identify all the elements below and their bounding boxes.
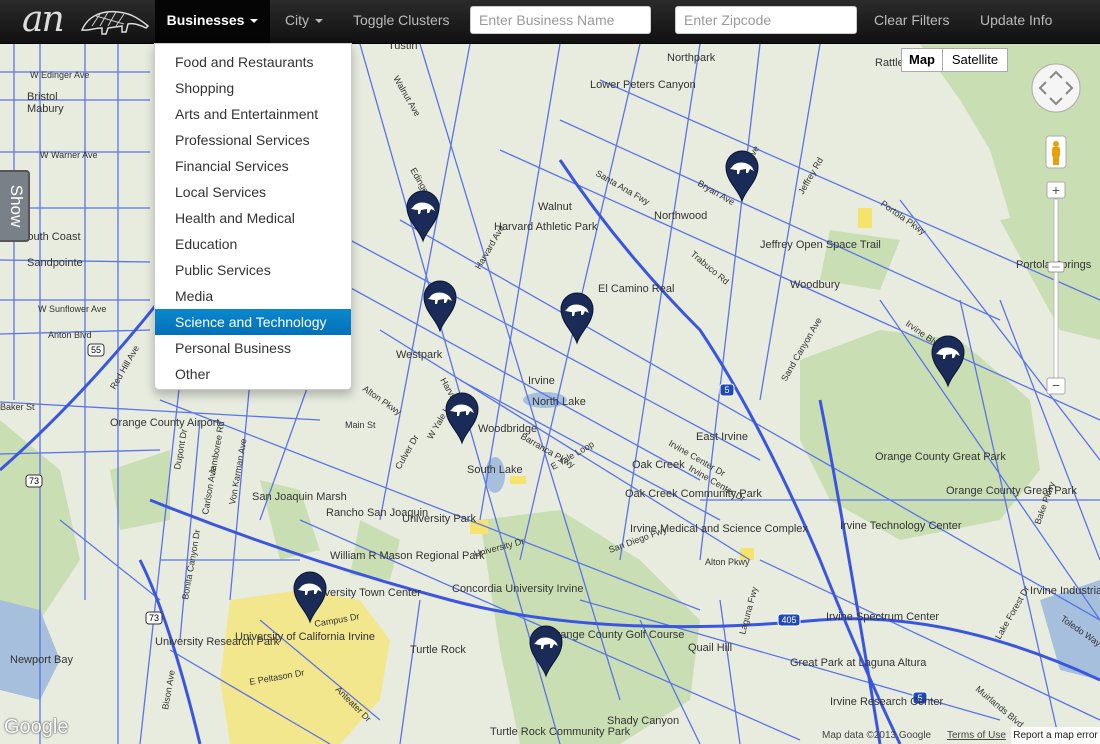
map-label: Anton Blvd	[48, 330, 92, 340]
dropdown-item-health-and-medical[interactable]: Health and Medical	[155, 205, 351, 231]
map-label: El Camino Real	[598, 283, 674, 295]
map-type-satellite-button[interactable]: Satellite	[942, 48, 1008, 72]
map-attribution: Map data ©2013 Google	[822, 730, 932, 741]
dropdown-item-shopping[interactable]: Shopping	[155, 75, 351, 101]
anteater-logo-icon	[80, 10, 150, 35]
map-label: East Irvine	[696, 431, 748, 443]
clear-filters-button[interactable]: Clear Filters	[874, 0, 949, 43]
show-sidebar-tab[interactable]: Show	[0, 170, 30, 242]
map-label: Lower Peters Canyon	[590, 79, 696, 91]
map-label: University Park	[402, 513, 476, 525]
map-label: Jeffrey Open Space Trail	[760, 239, 881, 251]
map-label: Orange County Airport	[110, 417, 219, 429]
svg-text:73: 73	[149, 613, 159, 623]
map-label: Orange County Great Park	[875, 451, 1006, 463]
dropdown-item-financial-services[interactable]: Financial Services	[155, 153, 351, 179]
map-label: Irvine Industrial Complex-East	[1030, 585, 1100, 597]
dropdown-item-personal-business[interactable]: Personal Business	[155, 335, 351, 361]
chevron-down-icon	[315, 19, 324, 24]
map-label: William R Mason Regional Park	[330, 550, 485, 562]
business-name-input[interactable]	[470, 6, 651, 34]
map-label: Orange County Great Park	[946, 485, 1077, 497]
pan-control[interactable]	[1030, 62, 1082, 114]
map-label: Baker St	[0, 402, 35, 412]
map-label: University Research Park	[155, 636, 280, 648]
svg-text:73: 73	[29, 476, 39, 486]
map-label: Great Park at Laguna Altura	[790, 657, 927, 669]
terms-of-use-link[interactable]: Terms of Use	[947, 730, 1006, 741]
plus-icon: +	[1052, 182, 1060, 198]
map-type-map-button[interactable]: Map	[901, 48, 943, 72]
map-label: Irvine Research Center	[830, 696, 943, 708]
svg-text:5: 5	[724, 385, 729, 395]
map-label: Northwood	[654, 210, 707, 222]
toggle-clusters-button[interactable]: Toggle Clusters	[353, 0, 450, 43]
map-label: Irvine Technology Center	[840, 520, 962, 532]
dropdown-item-media[interactable]: Media	[155, 283, 351, 309]
map-label: Concordia University Irvine	[452, 583, 583, 595]
brand-logo[interactable]: an	[22, 0, 152, 40]
map-label: Turtle Rock	[410, 644, 466, 656]
report-map-error-link[interactable]: Report a map error	[1011, 727, 1100, 744]
map-label: South Lake	[467, 464, 523, 476]
businesses-label: Businesses	[166, 12, 245, 28]
dropdown-item-professional-services[interactable]: Professional Services	[155, 127, 351, 153]
map-label: Tustin	[388, 44, 418, 52]
update-info-button[interactable]: Update Info	[980, 0, 1052, 43]
svg-text:405: 405	[781, 615, 796, 625]
map-label: Walnut	[538, 201, 572, 213]
dropdown-item-food-and-restaurants[interactable]: Food and Restaurants	[155, 49, 351, 75]
map-label: Turtle Rock Community Park	[490, 726, 631, 738]
show-tab-label: Show	[7, 184, 26, 228]
brand-text: an	[22, 0, 65, 40]
map-label: Westpark	[396, 349, 443, 361]
map-label: W Edinger Ave	[30, 70, 89, 80]
dropdown-item-local-services[interactable]: Local Services	[155, 179, 351, 205]
map-label: W Warner Ave	[40, 150, 98, 160]
dropdown-item-public-services[interactable]: Public Services	[155, 257, 351, 283]
top-navbar: an Businesses City Toggle Clusters Clear…	[0, 0, 1100, 44]
map-label: Northpark	[667, 52, 716, 64]
map-label: Quail Hill	[688, 642, 732, 654]
map-label: W Sunflower Ave	[38, 304, 106, 314]
pegman-icon[interactable]	[1045, 135, 1067, 169]
map-label: Newport Bay	[10, 654, 73, 666]
map-label: Woodbury	[790, 279, 840, 291]
dropdown-item-education[interactable]: Education	[155, 231, 351, 257]
zipcode-input[interactable]	[675, 6, 857, 34]
chevron-down-icon	[250, 19, 259, 24]
map-label: Irvine	[528, 375, 555, 387]
dropdown-item-arts-and-entertainment[interactable]: Arts and Entertainment	[155, 101, 351, 127]
map-label: Main St	[345, 420, 376, 430]
zoom-slider-track[interactable]	[1053, 198, 1059, 380]
zoom-control: + −	[1046, 181, 1066, 395]
map-label: Orange County Golf Course	[548, 629, 684, 641]
dropdown-item-other[interactable]: Other	[155, 361, 351, 387]
shield-55: 55	[91, 345, 101, 355]
map-label: Mabury	[27, 103, 64, 115]
map-label: Oak Creek	[632, 459, 685, 471]
minus-icon: −	[1052, 377, 1060, 393]
map-label: North Lake	[532, 396, 586, 408]
city-label: City	[284, 12, 310, 28]
nav-city-dropdown[interactable]: City	[273, 0, 335, 43]
map-label: Alton Pkwy	[705, 557, 750, 567]
map-label: Bristol	[27, 91, 58, 103]
nav-businesses-dropdown[interactable]: Businesses	[155, 0, 270, 43]
google-logo[interactable]: Google	[4, 716, 69, 739]
dropdown-item-science-and-technology[interactable]: Science and Technology	[155, 309, 351, 335]
map-label: Harvard Athletic Park	[494, 221, 598, 233]
businesses-dropdown-menu: Food and Restaurants Shopping Arts and Ent…	[154, 43, 352, 390]
map-label: Sandpointe	[27, 257, 83, 269]
map-label: San Joaquin Marsh	[252, 491, 347, 503]
map-label: Irvine Spectrum Center	[826, 611, 939, 623]
